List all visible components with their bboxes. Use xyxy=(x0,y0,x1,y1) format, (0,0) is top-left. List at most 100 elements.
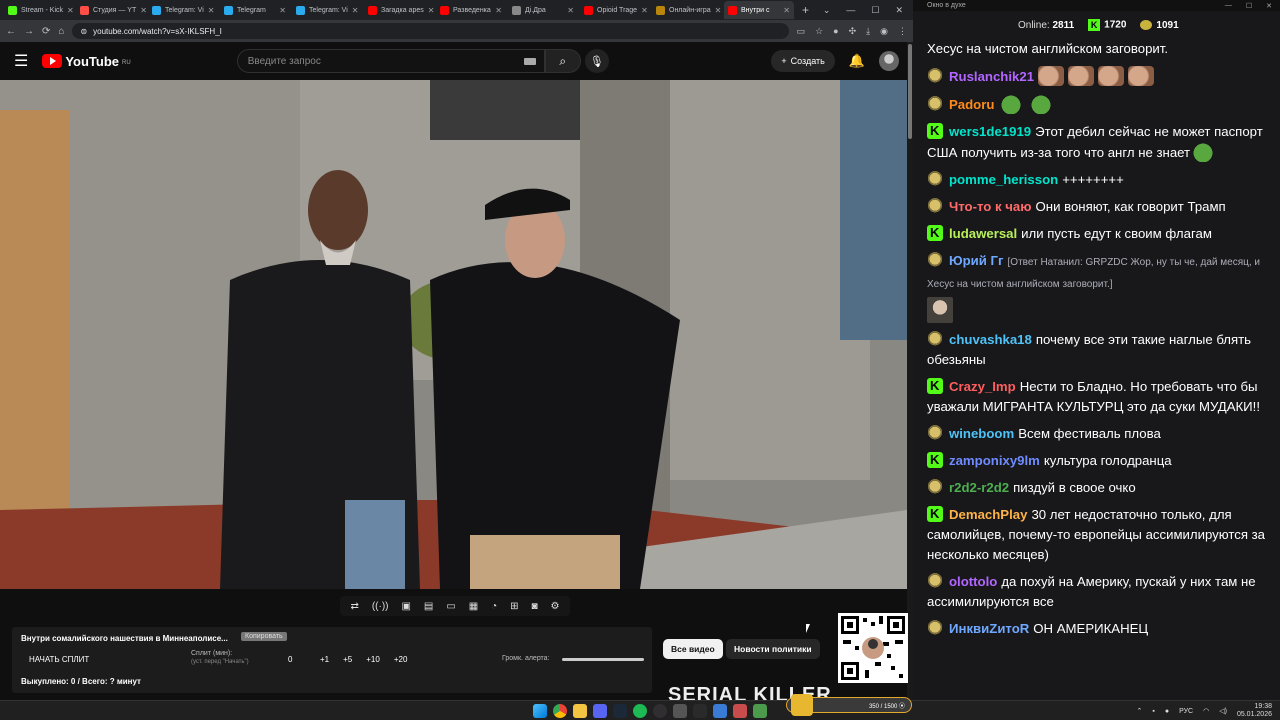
tab-close-icon[interactable]: ✕ xyxy=(641,6,648,15)
youtube-logo[interactable]: YouTube RU xyxy=(42,54,131,69)
voice-search-button[interactable]: 🎙 xyxy=(584,49,609,73)
avatar[interactable] xyxy=(879,51,899,71)
browser-tab[interactable]: Telegram: Vi ✕ xyxy=(148,1,218,19)
browser-tab[interactable]: Загадка ареs ✕ xyxy=(364,1,434,19)
increment-button[interactable]: +5 xyxy=(343,655,352,664)
chat-username[interactable]: chuvashka18 xyxy=(949,332,1032,347)
discord-icon[interactable] xyxy=(593,704,607,718)
search-button[interactable]: ⌕ xyxy=(544,49,581,73)
chat-username[interactable]: Что-то к чаю xyxy=(949,199,1032,214)
tab-close-icon[interactable]: ✕ xyxy=(140,6,146,15)
obs-icon[interactable] xyxy=(653,704,667,718)
tray-app-icon[interactable]: ▪ xyxy=(1152,708,1154,715)
create-button[interactable]: + Создать xyxy=(771,50,835,72)
screenshot-mode-icon[interactable]: ▣ xyxy=(401,601,410,612)
clip-icon[interactable]: ▤ xyxy=(424,601,433,612)
maximize-icon[interactable]: ☐ xyxy=(1246,2,1252,10)
alert-volume-slider[interactable] xyxy=(562,658,644,661)
tab-close-icon[interactable]: ✕ xyxy=(495,6,502,15)
chrome-icon[interactable] xyxy=(553,704,567,718)
cast-icon[interactable]: ▭ xyxy=(797,26,806,37)
increment-button[interactable]: +1 xyxy=(320,655,329,664)
new-tab-button[interactable]: + xyxy=(796,3,815,17)
spotify-icon[interactable] xyxy=(633,704,647,718)
explorer-icon[interactable] xyxy=(573,704,587,718)
mic-icon[interactable]: ● xyxy=(1165,708,1169,715)
reload-icon[interactable]: ⟳ xyxy=(42,26,50,37)
search-input[interactable]: Введите запрос xyxy=(236,49,545,73)
app-icon[interactable] xyxy=(753,704,767,718)
browser-tab[interactable]: Telegram ✕ xyxy=(220,1,290,19)
browser-tab[interactable]: Opioid Trage ✕ xyxy=(580,1,650,19)
chip-politics-news[interactable]: Новости политики xyxy=(726,639,820,659)
language-indicator[interactable]: РУС xyxy=(1179,708,1193,715)
puzzle-icon[interactable]: ✣ xyxy=(849,26,857,37)
theater-icon[interactable]: ▦ xyxy=(469,601,478,612)
keyboard-icon[interactable] xyxy=(523,57,536,65)
chat-username[interactable]: Padoru xyxy=(949,97,994,112)
menu-icon[interactable]: ☰ xyxy=(14,51,28,71)
extension-icon[interactable]: ● xyxy=(833,26,838,37)
app-icon[interactable] xyxy=(673,704,687,718)
add-icon[interactable]: ⊞ xyxy=(510,601,518,612)
tab-close-icon[interactable]: ✕ xyxy=(67,6,74,15)
start-icon[interactable] xyxy=(533,704,547,718)
terminal-icon[interactable] xyxy=(693,704,707,718)
home-icon[interactable]: ⌂ xyxy=(58,26,64,37)
forward-icon[interactable]: → xyxy=(24,26,34,37)
chip-all-videos[interactable]: Все видео xyxy=(663,639,723,659)
tab-search-icon[interactable]: ⌄ xyxy=(823,5,831,16)
speed-icon[interactable]: ◔ xyxy=(491,601,497,612)
copy-button[interactable]: Копировать xyxy=(241,632,287,641)
wifi-icon[interactable]: ◠ xyxy=(1203,707,1209,715)
back-icon[interactable]: ← xyxy=(6,26,16,37)
tab-close-icon[interactable]: ✕ xyxy=(208,6,215,15)
settings-icon[interactable]: ⚙ xyxy=(551,601,560,612)
close-icon[interactable]: ✕ xyxy=(895,5,903,16)
chat-username[interactable]: Ruslanchik21 xyxy=(949,69,1034,84)
camera-icon[interactable]: ◙ xyxy=(532,601,538,612)
tab-close-icon[interactable]: ✕ xyxy=(428,6,434,15)
tab-close-icon[interactable]: ✕ xyxy=(783,6,790,15)
chat-username[interactable]: ludawersal xyxy=(949,226,1017,241)
chat-username[interactable]: pomme_herisson xyxy=(949,172,1058,187)
profile-icon[interactable]: ◉ xyxy=(880,26,888,37)
minimize-icon[interactable]: — xyxy=(1225,2,1232,10)
maximize-icon[interactable]: ☐ xyxy=(871,5,879,16)
minimize-icon[interactable]: — xyxy=(846,5,855,16)
tab-close-icon[interactable]: ✕ xyxy=(567,6,574,15)
star-icon[interactable]: ☆ xyxy=(815,26,823,37)
chat-username[interactable]: olottolo xyxy=(949,574,997,589)
stream-icon[interactable]: ((·)) xyxy=(372,601,389,612)
chat-username[interactable]: DemachPlay xyxy=(949,507,1027,522)
chat-username[interactable]: Crazy_Imp xyxy=(949,379,1016,394)
volume-icon[interactable]: ◁) xyxy=(1219,707,1227,715)
browser-tab[interactable]: Stream - Kick ✕ xyxy=(4,1,74,19)
chat-username[interactable]: wineboom xyxy=(949,426,1014,441)
clock[interactable]: 19:38 05.01.2026 xyxy=(1237,703,1272,719)
close-icon[interactable]: ✕ xyxy=(1266,2,1272,10)
steam-icon[interactable] xyxy=(613,704,627,718)
chat-username[interactable]: Юрий Гг xyxy=(949,253,1004,268)
chat-username[interactable]: r2d2-r2d2 xyxy=(949,480,1009,495)
scrollbar-thumb[interactable] xyxy=(908,44,912,139)
tray-chevron-icon[interactable]: ⌃ xyxy=(1137,707,1143,715)
increment-button[interactable]: +10 xyxy=(366,655,380,664)
site-info-icon[interactable]: ⊜ xyxy=(80,27,87,36)
start-split-button[interactable]: НАЧАТЬ СПЛИТ xyxy=(29,655,89,664)
browser-tab[interactable]: Онлайн-игра ✕ xyxy=(652,1,722,19)
chat-username[interactable]: zamponixy9lm xyxy=(949,453,1040,468)
chat-username[interactable]: ИнквиZитоR xyxy=(949,621,1029,636)
url-field[interactable]: ⊜ youtube.com/watch?v=sX-IKLSFH_I xyxy=(72,23,789,39)
browser-tab[interactable]: Разведенка ✕ xyxy=(436,1,506,19)
notifications-icon[interactable]: 🔔 xyxy=(849,53,865,69)
browser-tab[interactable]: Внутри с ✕ xyxy=(724,1,794,19)
chat-username[interactable]: wers1de1919 xyxy=(949,124,1031,139)
increment-button[interactable]: +20 xyxy=(394,655,408,664)
tab-close-icon[interactable]: ✕ xyxy=(279,6,286,15)
browser-tab[interactable]: Дi.Дра ✕ xyxy=(508,1,578,19)
browser-tab[interactable]: Студия — YT ✕ xyxy=(76,1,146,19)
loop-icon[interactable]: ⇄ xyxy=(350,601,358,612)
app-icon[interactable] xyxy=(733,704,747,718)
browser-tab[interactable]: Telegram: Vi ✕ xyxy=(292,1,362,19)
